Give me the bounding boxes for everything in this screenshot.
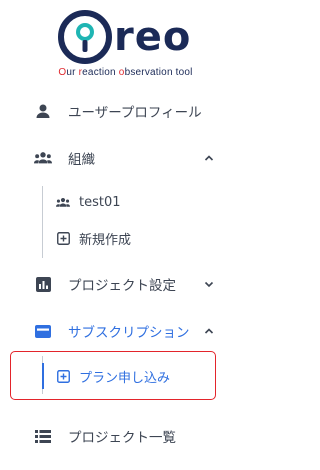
menu-item-label: プロジェクト設定 (68, 278, 176, 294)
selection-highlight (10, 351, 216, 400)
menu-item-organization[interactable]: 組織 (0, 141, 251, 175)
menu-item-project-list[interactable]: プロジェクト一覧 (0, 419, 251, 453)
menu-item-label: サブスクリプション (68, 325, 190, 341)
menu-item-subscription[interactable]: サブスクリプション (0, 314, 251, 348)
menu-item-user-profile[interactable]: ユーザープロフィール (0, 94, 251, 128)
logo-wordmark: reo (58, 10, 191, 64)
menu-item-label: ユーザープロフィール (68, 105, 202, 121)
menu-item-label: プロジェクト一覧 (68, 430, 176, 446)
chevron-down-icon[interactable] (203, 278, 215, 290)
submenu-item-create-new[interactable]: 新規作成 (44, 224, 224, 252)
list-icon (34, 427, 52, 445)
chevron-up-icon[interactable] (203, 325, 215, 337)
menu-item-label: 組織 (68, 152, 95, 168)
logo-text: reo (114, 14, 192, 60)
submenu-divider (42, 186, 43, 258)
person-icon (34, 102, 52, 120)
bar-chart-icon (34, 275, 52, 293)
brand-logo: reo Our reaction observation tool (0, 10, 251, 78)
menu-item-project-settings[interactable]: プロジェクト設定 (0, 267, 251, 301)
tagline: Our reaction observation tool (58, 67, 193, 78)
group-icon (34, 149, 52, 167)
magnifier-logo-icon (58, 10, 112, 64)
submenu-item-label: test01 (79, 194, 121, 210)
group-small-icon (56, 195, 70, 209)
submenu-item-test01[interactable]: test01 (44, 188, 224, 216)
card-icon (34, 322, 52, 340)
submenu-item-label: 新規作成 (79, 232, 132, 248)
plus-box-icon (56, 231, 70, 245)
chevron-up-icon[interactable] (203, 152, 215, 164)
